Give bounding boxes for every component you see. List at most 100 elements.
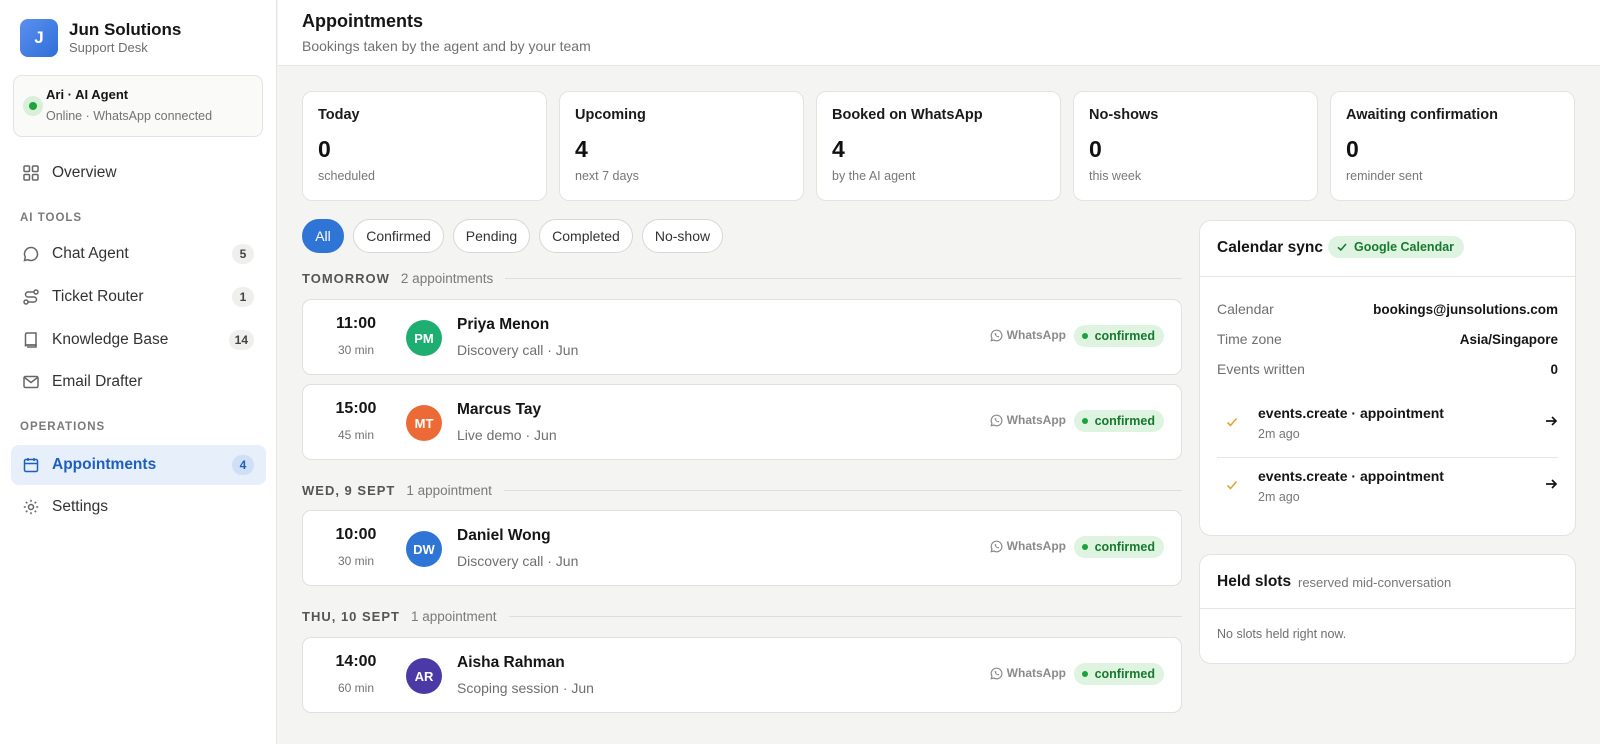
stat-label: Upcoming: [575, 107, 646, 123]
filter-confirmed[interactable]: Confirmed: [353, 219, 444, 253]
calendar-sync-panel: Calendar sync Google Calendar Calendar b…: [1199, 220, 1576, 536]
panel-subtitle: reserved mid-conversation: [1298, 575, 1452, 590]
appointment-description: Discovery call · Jun: [457, 342, 579, 358]
gear-icon: [23, 499, 39, 515]
brand[interactable]: J Jun Solutions Support Desk: [20, 19, 181, 57]
appointment-row[interactable]: 15:00 45 min MT Marcus Tay Live demo · J…: [302, 384, 1182, 460]
event-time: 2m ago: [1258, 490, 1300, 504]
appointment-time: 14:00: [335, 653, 377, 670]
provider-badge: Google Calendar: [1328, 236, 1465, 258]
customer-name: Aisha Rahman: [457, 654, 565, 671]
avatar: DW: [406, 531, 442, 567]
appointment-duration: 45 min: [337, 428, 375, 442]
appointment-duration: 30 min: [337, 343, 375, 357]
avatar: AR: [406, 658, 442, 694]
customer-name: Daniel Wong: [457, 527, 551, 544]
stat-value: 4: [575, 136, 588, 162]
channel-label: WhatsApp: [990, 666, 1066, 680]
whatsapp-icon: [990, 667, 1003, 680]
sidebar-item-overview[interactable]: Overview: [11, 153, 266, 193]
stat-caption: this week: [1089, 169, 1142, 183]
arrow-right-icon: [1546, 416, 1558, 426]
filter-no-show[interactable]: No-show: [642, 219, 723, 253]
filter-all[interactable]: All: [302, 219, 344, 253]
customer-name: Marcus Tay: [457, 401, 542, 418]
whatsapp-icon: [990, 414, 1003, 427]
appointment-row[interactable]: 11:00 30 min PM Priya Menon Discovery ca…: [302, 299, 1182, 375]
event-log-item[interactable]: events.create · appointment 2m ago: [1217, 397, 1558, 449]
sidebar-item-label: Appointments: [52, 456, 157, 473]
stat-value: 0: [1346, 136, 1359, 162]
customer-name: Priya Menon: [457, 316, 550, 333]
page-header: Appointments Bookings taken by the agent…: [278, 0, 1600, 66]
stat-card-booked-whatsapp: Booked on WhatsApp 4 by the AI agent: [816, 91, 1061, 201]
sidebar-item-label: Settings: [52, 498, 109, 515]
appointment-time: 15:00: [335, 400, 377, 417]
mail-icon: [23, 375, 39, 389]
sidebar-item-chat-agent[interactable]: Chat Agent 5: [11, 234, 266, 274]
divider: [505, 277, 1182, 279]
channel-name: WhatsApp: [1006, 413, 1066, 427]
page-title: Appointments: [302, 11, 423, 31]
stat-label: Booked on WhatsApp: [832, 107, 983, 123]
brand-subtitle: Support Desk: [69, 40, 148, 55]
stat-caption: next 7 days: [575, 169, 639, 183]
sidebar-item-appointments[interactable]: Appointments 4: [11, 445, 266, 485]
sidebar-item-ticket-router[interactable]: Ticket Router 1: [11, 277, 266, 317]
channel-name: WhatsApp: [1006, 539, 1066, 553]
stat-card-no-shows: No-shows 0 this week: [1073, 91, 1318, 201]
row-value: bookings@junsolutions.com: [1373, 301, 1558, 317]
appointment-time: 11:00: [335, 315, 377, 332]
stat-card-awaiting-confirmation: Awaiting confirmation 0 reminder sent: [1330, 91, 1575, 201]
event-log-item[interactable]: events.create · appointment 2m ago: [1217, 460, 1558, 512]
stat-label: No-shows: [1089, 107, 1159, 123]
agent-status-card[interactable]: Ari · AI Agent Online · WhatsApp connect…: [13, 75, 263, 137]
appointment-description: Live demo · Jun: [457, 427, 557, 443]
events-written-row: Events written 0: [1217, 359, 1558, 379]
count-badge: 5: [232, 244, 254, 264]
whatsapp-icon: [990, 540, 1003, 553]
timezone-row: Time zone Asia/Singapore: [1217, 329, 1558, 349]
stat-card-upcoming: Upcoming 4 next 7 days: [559, 91, 804, 201]
row-key: Time zone: [1217, 331, 1282, 347]
stat-label: Today: [318, 107, 360, 123]
appointment-time: 10:00: [335, 526, 377, 543]
day-title: THU, 10 SEPT: [302, 608, 400, 624]
channel-name: WhatsApp: [1006, 328, 1066, 342]
stat-caption: scheduled: [318, 169, 375, 183]
appointment-row[interactable]: 10:00 30 min DW Daniel Wong Discovery ca…: [302, 510, 1182, 586]
section-label-operations: OPERATIONS: [20, 421, 106, 433]
stat-value: 4: [832, 136, 845, 162]
appointment-row[interactable]: 14:00 60 min AR Aisha Rahman Scoping ses…: [302, 637, 1182, 713]
brand-name: Jun Solutions: [69, 20, 182, 39]
grid-icon: [23, 165, 39, 181]
provider-name: Google Calendar: [1354, 240, 1455, 254]
sidebar-item-email-drafter[interactable]: Email Drafter: [11, 362, 266, 402]
status-badge: confirmed: [1073, 663, 1164, 685]
brand-logo: J: [20, 19, 58, 57]
page-subtitle: Bookings taken by the agent and by your …: [302, 38, 591, 54]
stat-caption: reminder sent: [1346, 169, 1423, 183]
sidebar-item-knowledge-base[interactable]: Knowledge Base 14: [11, 320, 266, 360]
filter-completed[interactable]: Completed: [539, 219, 633, 253]
appointment-duration: 60 min: [337, 681, 375, 695]
filter-pending[interactable]: Pending: [453, 219, 530, 253]
check-icon: [1337, 243, 1347, 252]
sidebar-item-label: Ticket Router: [52, 288, 144, 305]
stat-value: 0: [1089, 136, 1102, 162]
sidebar-item-label: Chat Agent: [52, 245, 129, 262]
panel-title: Held slots: [1217, 573, 1292, 590]
section-label-ai-tools: AI TOOLS: [20, 212, 83, 224]
status-badge: confirmed: [1073, 325, 1164, 347]
row-value: 0: [1550, 361, 1558, 377]
row-key: Calendar: [1217, 301, 1274, 317]
sidebar: J Jun Solutions Support Desk Ari · AI Ag…: [0, 0, 277, 744]
sidebar-item-settings[interactable]: Settings: [11, 487, 266, 527]
sidebar-item-label: Overview: [52, 164, 117, 181]
day-title: WED, 9 SEPT: [302, 482, 396, 498]
event-time: 2m ago: [1258, 427, 1300, 441]
channel-label: WhatsApp: [990, 413, 1066, 427]
calendar-icon: [23, 458, 39, 473]
online-indicator-icon: [23, 96, 43, 116]
check-icon: [1226, 480, 1238, 490]
